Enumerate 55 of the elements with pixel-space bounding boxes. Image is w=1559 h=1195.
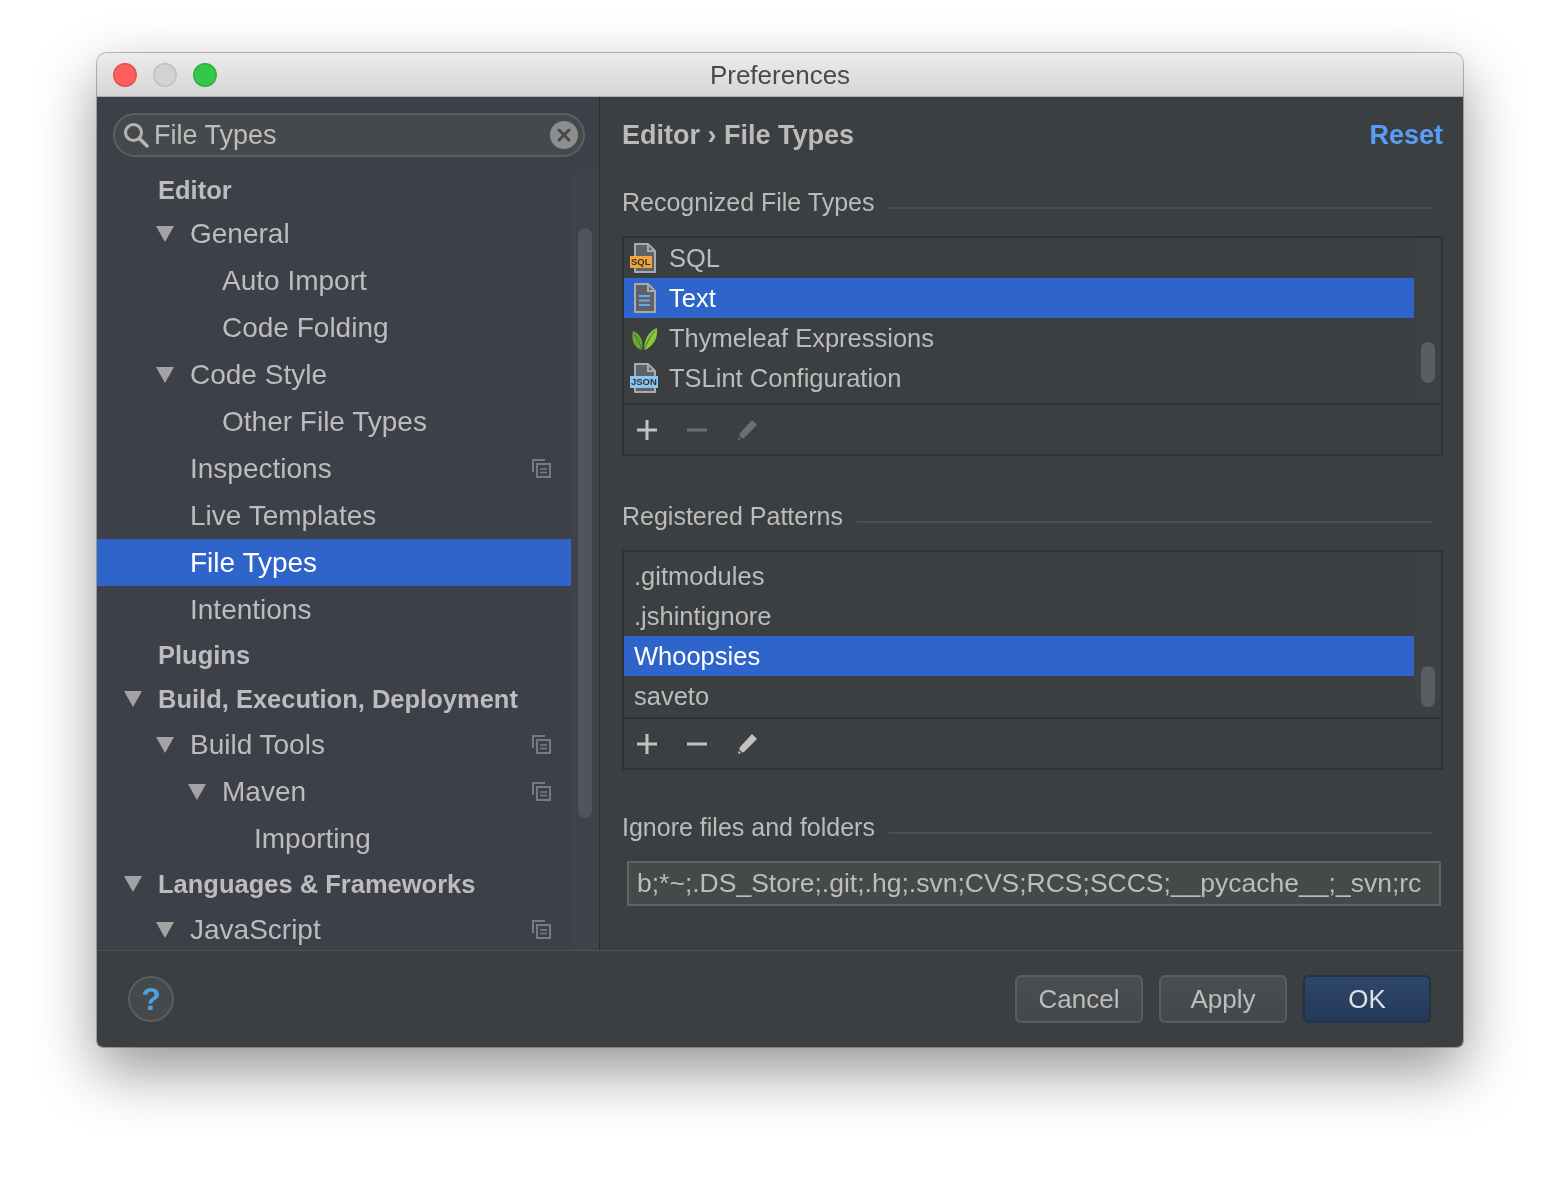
tree-item[interactable]: Plugins — [158, 639, 251, 671]
help-button[interactable]: ? — [128, 976, 174, 1022]
list-item[interactable]: .gitmodules — [634, 561, 765, 591]
reset-link[interactable]: Reset — [1369, 119, 1443, 151]
section-title: Recognized File Types — [622, 187, 875, 217]
tree-item[interactable]: Languages & Frameworks — [158, 868, 476, 900]
triangle-icon[interactable] — [156, 921, 174, 938]
plus-icon[interactable] — [636, 732, 658, 755]
tree-item[interactable]: Inspections — [190, 452, 332, 485]
tree-item[interactable]: Maven — [222, 775, 307, 808]
file-type-badge: JSON — [630, 376, 658, 388]
section-title: Registered Patterns — [622, 501, 843, 531]
file-type-badge: SQL — [630, 256, 652, 268]
tree-item[interactable]: Code Folding — [222, 311, 389, 344]
clear-icon[interactable] — [550, 121, 578, 149]
tree-item[interactable]: Other File Types — [222, 405, 427, 438]
dialog-button[interactable]: Cancel — [1015, 975, 1143, 1023]
window-title: Preferences — [709, 59, 851, 90]
list-item[interactable]: saveto — [634, 681, 710, 711]
list-item[interactable]: Whoopsies — [634, 641, 761, 671]
tree-item[interactable]: Editor — [158, 174, 232, 206]
breadcrumb-title: Editor › File Types — [622, 119, 855, 151]
list-item[interactable]: Thymeleaf Expressions — [669, 323, 935, 353]
tree-item[interactable]: Auto Import — [222, 264, 367, 297]
close-icon[interactable] — [113, 62, 137, 87]
tree-item[interactable]: File Types — [190, 546, 318, 579]
scrollbar-thumb[interactable] — [1420, 666, 1435, 707]
triangle-icon[interactable] — [124, 876, 142, 892]
input-field[interactable]: b;*~;.DS_Store;.git;.hg;.svn;CVS;RCS;SCCS;__pycache__;_svn;rc — [627, 861, 1441, 906]
tree-item[interactable]: Build Tools — [190, 728, 325, 761]
tree-item[interactable]: JavaScript — [190, 913, 321, 946]
section-title: Ignore files and folders — [622, 812, 875, 842]
dialog-button[interactable]: OK — [1303, 975, 1431, 1023]
list-item[interactable]: .jshintignore — [634, 601, 772, 631]
list-item[interactable]: TSLint Configuration — [669, 363, 902, 393]
tree-item[interactable]: Intentions — [190, 593, 312, 626]
scrollbar-thumb[interactable] — [1420, 342, 1435, 383]
pencil-icon[interactable] — [736, 732, 758, 755]
triangle-icon[interactable] — [188, 783, 206, 800]
tree-item[interactable]: Live Templates — [190, 499, 377, 532]
tree-item[interactable]: Importing — [254, 822, 371, 855]
search-field[interactable]: File Types — [113, 113, 585, 157]
search-icon — [123, 122, 149, 148]
tree-item[interactable]: Build, Execution, Deployment — [158, 683, 518, 715]
plus-icon[interactable] — [636, 418, 658, 441]
triangle-icon[interactable] — [156, 225, 174, 242]
triangle-icon[interactable] — [156, 736, 174, 753]
triangle-icon[interactable] — [124, 691, 142, 707]
maximize-icon[interactable] — [193, 62, 217, 87]
tree-item[interactable]: General — [190, 217, 290, 250]
list-item[interactable]: SQL — [669, 243, 721, 273]
dialog-button[interactable]: Apply — [1159, 975, 1287, 1023]
triangle-icon[interactable] — [156, 366, 174, 383]
tree-item[interactable]: Code Style — [190, 358, 327, 391]
list-item[interactable]: Text — [669, 283, 716, 313]
